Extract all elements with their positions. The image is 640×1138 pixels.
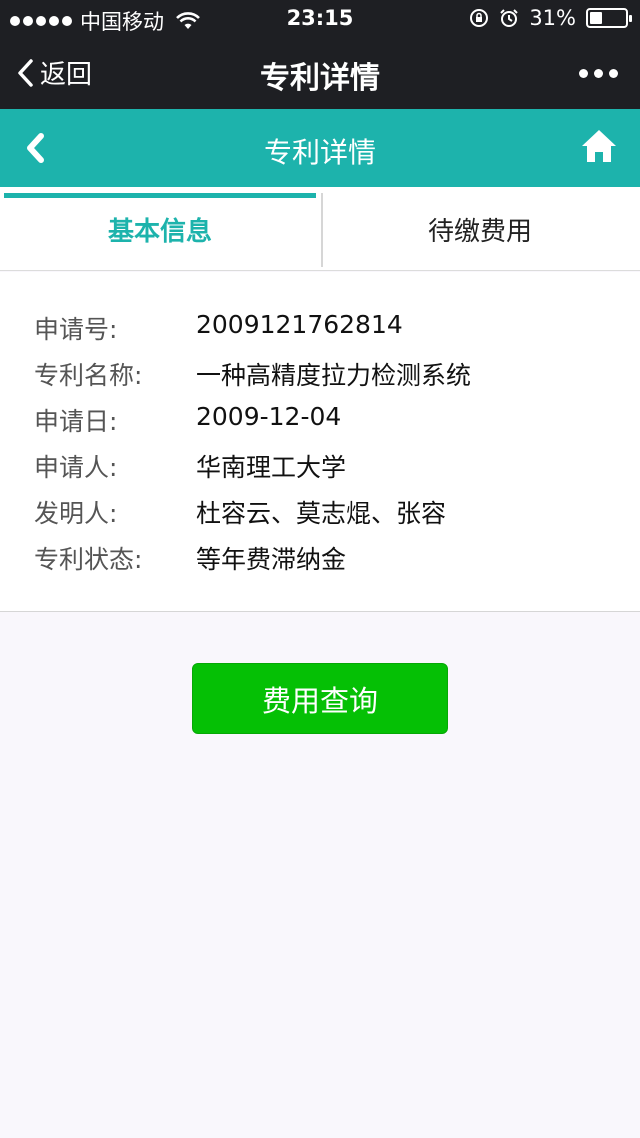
rotation-lock-icon	[470, 9, 489, 27]
info-row-applicant: 申请人: 华南理工大学	[0, 442, 640, 488]
info-value: 华南理工大学	[196, 453, 347, 482]
more-dots-icon[interactable]	[579, 69, 618, 78]
info-value: 等年费滞纳金	[196, 545, 347, 574]
info-label: 发明人:	[34, 499, 118, 528]
info-value: 2009-12-04	[196, 402, 342, 431]
info-label: 申请日:	[34, 407, 118, 436]
battery-icon	[586, 8, 632, 28]
patent-info-panel: 申请号: 2009121762814 专利名称: 一种高精度拉力检测系统 申请日…	[0, 272, 640, 612]
info-row-inventors: 发明人: 杜容云、莫志焜、张容	[0, 488, 640, 534]
info-value: 杜容云、莫志焜、张容	[196, 499, 447, 528]
tab-basic-info[interactable]: 基本信息	[0, 187, 320, 271]
home-button[interactable]	[580, 127, 618, 169]
info-label: 申请号:	[34, 315, 118, 344]
tab-pending-fees[interactable]: 待缴费用	[320, 187, 640, 271]
battery-percent: 31%	[529, 6, 576, 30]
fee-query-button[interactable]: 费用查询	[192, 663, 448, 734]
tab-bar: 基本信息 待缴费用	[0, 187, 640, 271]
info-row-application-date: 申请日: 2009-12-04	[0, 396, 640, 442]
patent-detail-page: 中国移动 23:15 31% 返回 专利详情 专利详情 基本信息 待缴费用 申请…	[0, 0, 640, 1138]
info-value: 一种高精度拉力检测系统	[196, 361, 472, 390]
info-label: 专利名称:	[34, 361, 143, 390]
status-bar: 中国移动 23:15 31%	[0, 0, 640, 36]
home-icon	[582, 130, 616, 162]
info-value: 2009121762814	[196, 310, 403, 339]
status-right: 31%	[469, 6, 632, 30]
info-row-application-number: 申请号: 2009121762814	[0, 304, 640, 350]
info-label: 专利状态:	[34, 545, 143, 574]
info-row-patent-name: 专利名称: 一种高精度拉力检测系统	[0, 350, 640, 396]
battery-fill	[590, 12, 602, 24]
page-title: 专利详情	[263, 136, 376, 169]
wechat-nav-bar: 返回 专利详情	[0, 36, 640, 109]
info-row-patent-status: 专利状态: 等年费滞纳金	[0, 534, 640, 580]
page-header: 专利详情	[0, 109, 640, 187]
info-label: 申请人:	[34, 453, 118, 482]
alarm-icon	[500, 9, 519, 27]
wechat-title: 专利详情	[260, 61, 380, 96]
